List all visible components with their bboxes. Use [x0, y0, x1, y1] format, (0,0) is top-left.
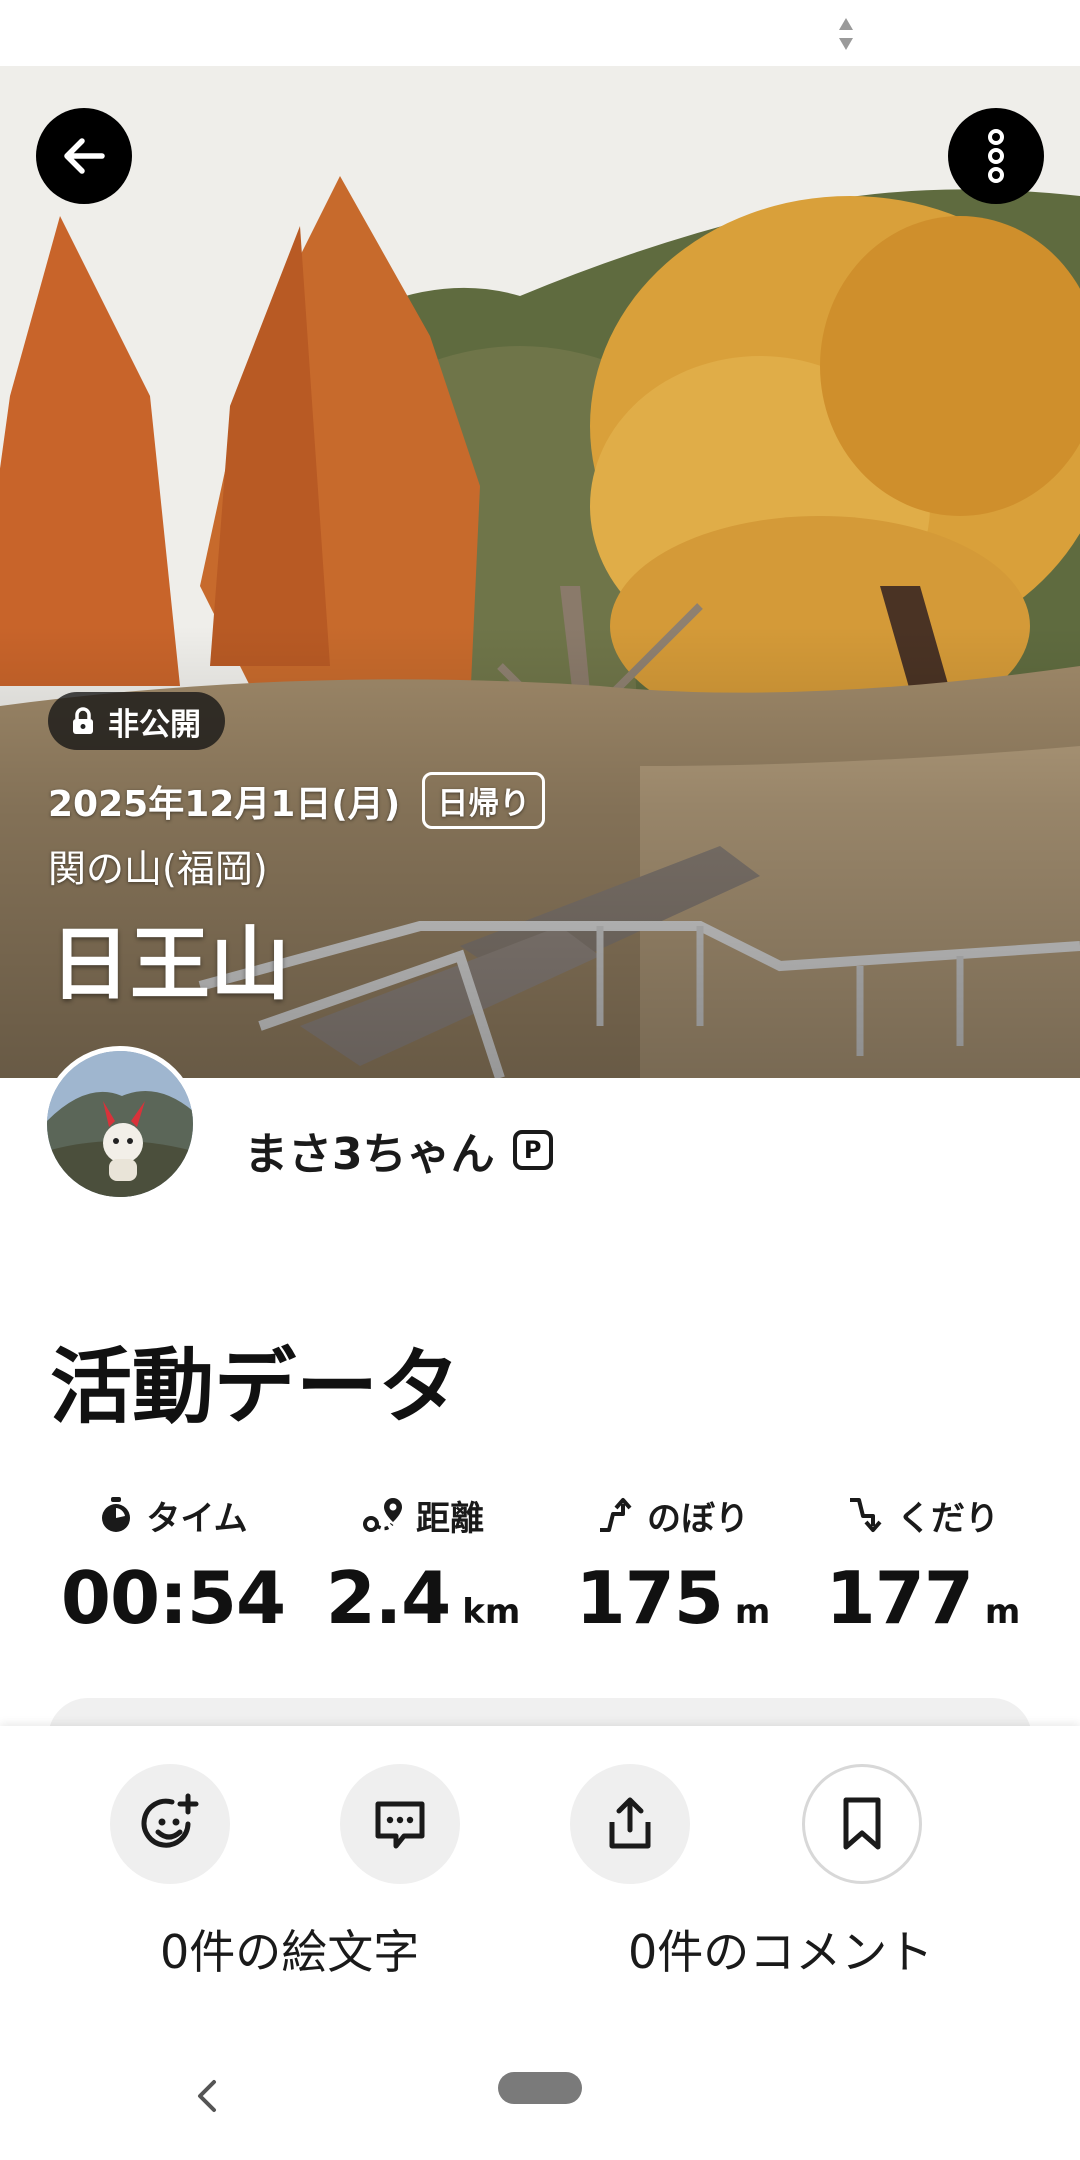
stat-time-label: タイム	[146, 1498, 248, 1539]
stat-descent-unit: m	[984, 1592, 1021, 1632]
arrow-left-icon	[64, 138, 105, 174]
stat-descent: くだり 177 m	[798, 1490, 1048, 1640]
emoji-count[interactable]: 0件の絵文字	[160, 1916, 419, 1982]
add-emoji-button[interactable]	[110, 1764, 230, 1884]
nav-back-icon[interactable]	[192, 2076, 222, 2116]
share-icon	[609, 1797, 651, 1849]
back-button[interactable]	[36, 108, 132, 204]
ascent-icon	[600, 1498, 632, 1532]
stat-distance: 距離 2.4 km	[298, 1490, 548, 1640]
descent-icon	[850, 1498, 882, 1532]
avatar-image	[47, 1051, 193, 1197]
visibility-badge: 非公開	[48, 692, 225, 750]
activity-stats: タイム 00:54 距離 2.4 km のぼり 175 m くだり 177 m	[48, 1490, 1028, 1660]
stat-distance-label: 距離	[416, 1498, 484, 1539]
stat-ascent-unit: m	[734, 1592, 771, 1632]
status-bar	[0, 0, 1080, 66]
activity-date-row: 2025年12月1日(月) 日帰り	[48, 772, 546, 829]
stat-ascent: のぼり 175 m	[548, 1490, 798, 1640]
comment-icon	[375, 1801, 425, 1849]
home-gesture-pill[interactable]	[498, 2072, 582, 2104]
activity-date: 2025年12月1日(月)	[48, 783, 401, 825]
stat-ascent-label: のぼり	[647, 1498, 749, 1539]
visibility-label: 非公開	[108, 706, 201, 743]
bookmark-button[interactable]	[802, 1764, 922, 1884]
activity-detail-screen: 非公開 2025年12月1日(月) 日帰り 関の山(福岡) 日王山 まさ3ちゃん…	[0, 0, 1080, 2160]
username-row[interactable]: まさ3ちゃん P	[244, 1118, 553, 1182]
activity-data-heading: 活動データ	[50, 1340, 461, 1435]
stopwatch-icon	[102, 1497, 131, 1532]
comment-button[interactable]	[340, 1764, 460, 1884]
username[interactable]: まさ3ちゃん	[244, 1118, 495, 1182]
route-distance-icon	[363, 1498, 402, 1532]
stat-descent-value: 177	[825, 1556, 974, 1640]
stat-time: タイム 00:54	[48, 1490, 298, 1640]
trip-type-tag: 日帰り	[422, 772, 546, 829]
user-avatar[interactable]	[42, 1046, 198, 1202]
emoji-add-icon	[141, 1793, 199, 1848]
bottom-action-bar: 0件の絵文字 0件のコメント	[0, 1726, 1080, 2056]
comment-count[interactable]: 0件のコメント	[628, 1916, 933, 1982]
stat-distance-value: 2.4	[325, 1556, 452, 1640]
more-options-button[interactable]	[948, 108, 1044, 204]
stat-ascent-value: 175	[575, 1556, 724, 1640]
lock-icon	[73, 707, 93, 734]
stat-descent-label: くだり	[897, 1498, 999, 1539]
stat-time-value: 00:54	[60, 1556, 286, 1640]
bookmark-icon	[843, 1797, 881, 1850]
data-transfer-icon	[839, 18, 853, 50]
premium-badge-icon: P	[512, 1130, 553, 1170]
stat-distance-unit: km	[462, 1592, 521, 1632]
share-button[interactable]	[570, 1764, 690, 1884]
mountain-area[interactable]: 関の山(福岡)	[48, 838, 268, 893]
more-vertical-icon	[988, 129, 1004, 183]
mountain-title[interactable]: 日王山	[50, 900, 290, 1016]
